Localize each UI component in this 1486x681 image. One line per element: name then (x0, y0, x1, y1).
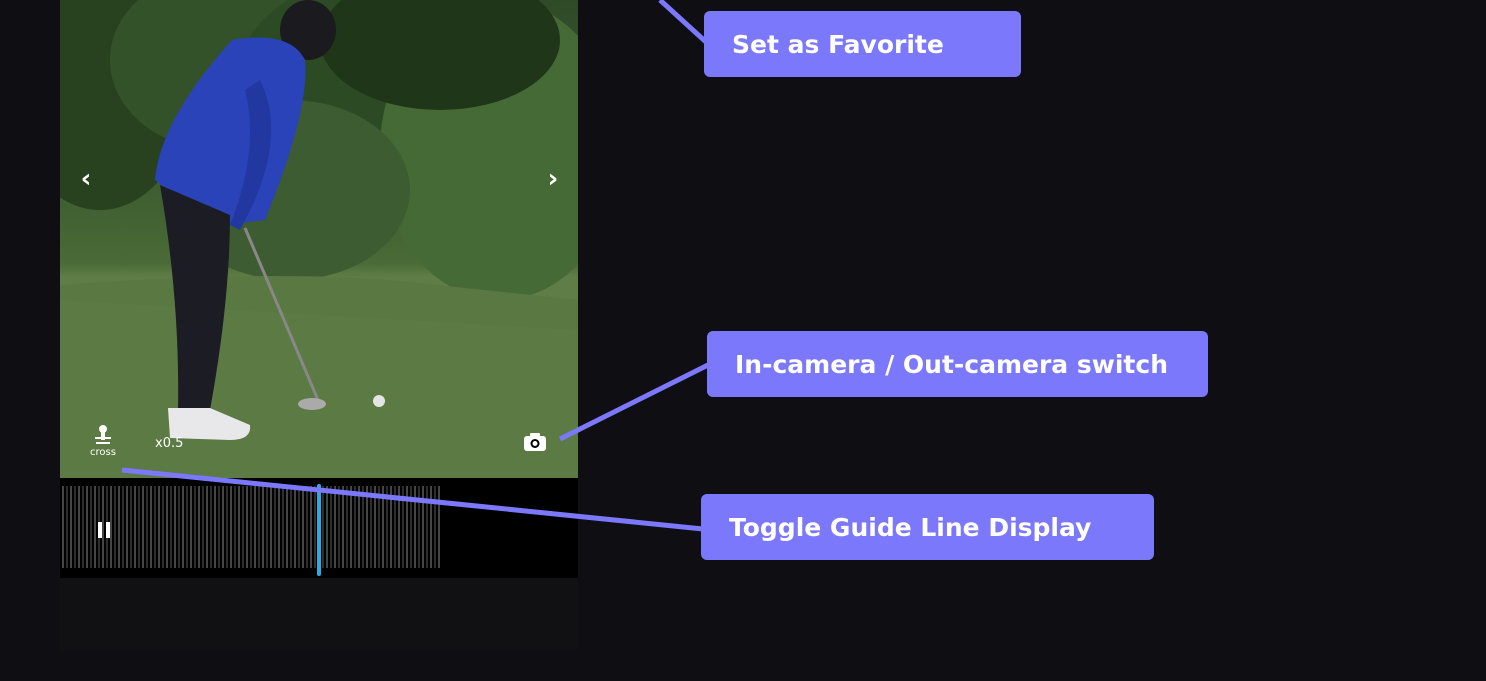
favorite-callout: Set as Favorite (704, 11, 1021, 77)
favorite-connector (658, 0, 708, 44)
app-screen: ‹ › cross x0.5 (60, 0, 578, 650)
swing-video[interactable]: ‹ › cross x0.5 (60, 0, 578, 478)
camera-switch-callout: In-camera / Out-camera switch (707, 331, 1208, 397)
frame-scrubber[interactable] (60, 478, 578, 578)
camera-connector (558, 362, 710, 442)
playhead-marker[interactable] (317, 484, 321, 576)
chevron-right-icon[interactable]: › (541, 166, 565, 192)
lower-panel (60, 578, 578, 650)
playback-speed[interactable]: x0.5 (155, 436, 183, 451)
camera-switch-icon (524, 433, 546, 451)
golfer-guide-icon (95, 425, 111, 444)
camera-switch-button[interactable] (522, 431, 550, 455)
guide-line-callout: Toggle Guide Line Display (701, 494, 1154, 560)
guide-toggle-label: cross (90, 447, 116, 458)
frame-tick-marks (62, 486, 440, 568)
chevron-left-icon[interactable]: ‹ (74, 166, 98, 192)
pause-icon[interactable] (98, 522, 112, 538)
video-frame-image (60, 0, 578, 478)
guide-line-toggle-button[interactable]: cross (87, 424, 119, 466)
